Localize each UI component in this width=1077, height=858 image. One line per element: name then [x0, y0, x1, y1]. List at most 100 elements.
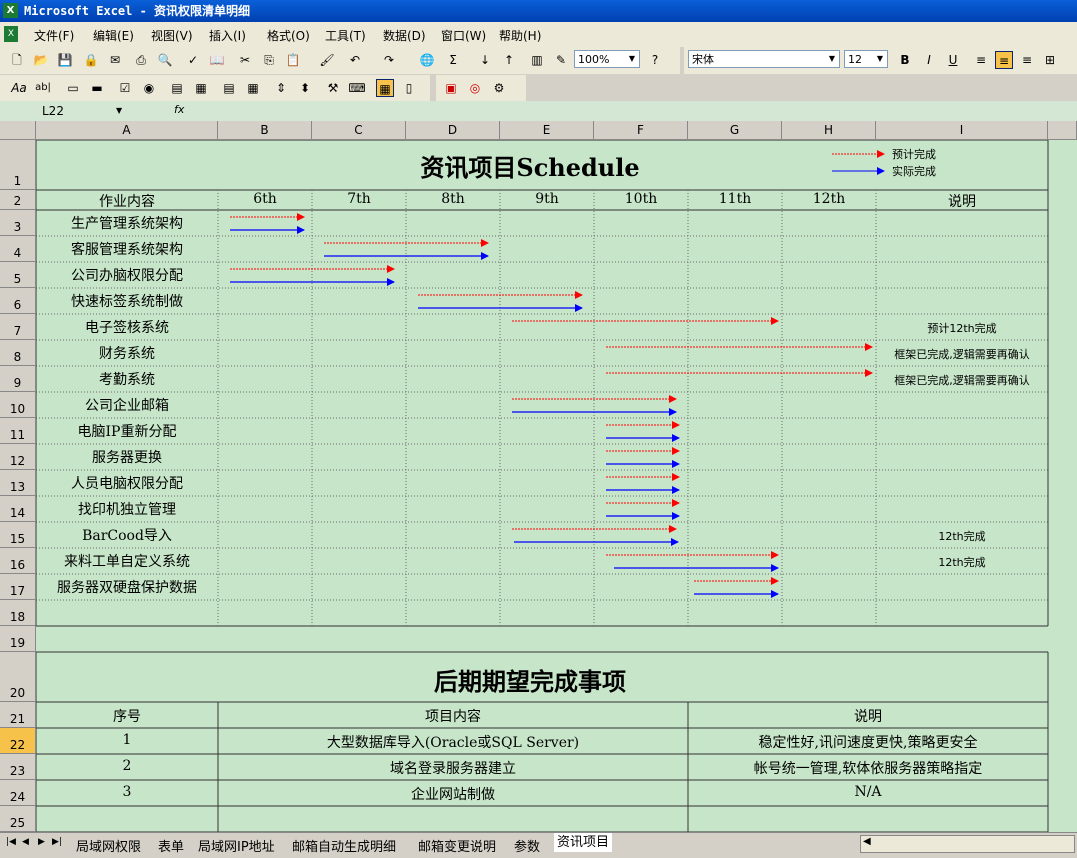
scroll-left-icon[interactable]: ◀ — [863, 836, 871, 847]
row-header[interactable]: 13 — [0, 470, 36, 496]
help-icon[interactable]: ? — [646, 51, 664, 69]
sheet-tab[interactable]: 邮箱自动生成明细 — [292, 836, 396, 855]
column-header[interactable]: F — [594, 121, 688, 140]
pdf-icon[interactable]: ▣ — [442, 79, 460, 97]
row-header[interactable]: 4 — [0, 236, 36, 262]
column-header[interactable]: D — [406, 121, 500, 140]
control-properties-icon[interactable]: ⚒ — [324, 79, 342, 97]
menu-help[interactable]: 帮助(H) — [499, 27, 541, 44]
align-center-icon[interactable]: ≡ — [995, 51, 1013, 69]
sort-descending-icon[interactable]: ↑ — [500, 51, 518, 69]
menu-window[interactable]: 窗口(W) — [441, 27, 486, 44]
row-header[interactable]: 21 — [0, 702, 36, 728]
hyperlink-icon[interactable]: 🌐 — [418, 51, 436, 69]
row-header[interactable]: 16 — [0, 548, 36, 574]
column-header[interactable]: A — [36, 121, 218, 140]
row-header[interactable]: 19 — [0, 626, 36, 652]
combo-list-icon[interactable]: ▤ — [220, 79, 238, 97]
paste-icon[interactable]: 📋 — [284, 51, 302, 69]
row-header[interactable]: 1 — [0, 140, 36, 190]
sheet-tab[interactable]: 资讯项目 — [554, 833, 613, 852]
format-painter-icon[interactable]: 🖌 — [318, 51, 336, 69]
row-header[interactable]: 10 — [0, 392, 36, 418]
edit-box-icon[interactable]: ab| — [34, 79, 52, 97]
sheet-tab[interactable]: 参数 — [514, 836, 540, 855]
align-right-icon[interactable]: ≡ — [1018, 51, 1036, 69]
zoom-select[interactable]: 100% ▼ — [574, 50, 640, 68]
underline-button[interactable]: U — [944, 51, 962, 69]
label-icon[interactable]: Aa — [10, 79, 28, 97]
row-header[interactable]: 22 — [0, 728, 36, 754]
row-header[interactable]: 14 — [0, 496, 36, 522]
sheet-tab[interactable]: 局域网权限 — [76, 836, 141, 855]
cut-icon[interactable]: ✂ — [236, 51, 254, 69]
font-size-select[interactable]: 12 ▼ — [844, 50, 888, 68]
checkbox-icon[interactable]: ☑ — [116, 79, 134, 97]
next-sheet-icon[interactable]: ▶ — [38, 837, 45, 847]
settings-gear-icon[interactable]: ⚙ — [490, 79, 508, 97]
menu-file[interactable]: 文件(F) — [34, 27, 74, 44]
option-button-icon[interactable]: ◉ — [140, 79, 158, 97]
prev-sheet-icon[interactable]: ◀ — [22, 837, 29, 847]
spinner-icon[interactable]: ⬍ — [296, 79, 314, 97]
scroll-bar-icon[interactable]: ⇕ — [272, 79, 290, 97]
menu-edit[interactable]: 编辑(E) — [93, 27, 134, 44]
last-sheet-icon[interactable]: ▶| — [52, 837, 62, 847]
combo-dropdown-icon[interactable]: ▦ — [244, 79, 262, 97]
horizontal-scrollbar[interactable]: ◀ — [860, 835, 1075, 853]
button-icon[interactable]: ▬ — [88, 79, 106, 97]
row-header[interactable]: 18 — [0, 600, 36, 626]
column-header[interactable]: B — [218, 121, 312, 140]
row-header[interactable]: 11 — [0, 418, 36, 444]
menu-tools[interactable]: 工具(T) — [325, 27, 366, 44]
autosum-icon[interactable]: Σ — [444, 51, 462, 69]
chevron-down-icon[interactable]: ▼ — [116, 102, 122, 120]
column-header[interactable]: E — [500, 121, 594, 140]
run-dialog-icon[interactable]: ▯ — [400, 79, 418, 97]
row-header[interactable]: 17 — [0, 574, 36, 600]
list-box-icon[interactable]: ▤ — [168, 79, 186, 97]
combo-box-icon[interactable]: ▦ — [192, 79, 210, 97]
row-header[interactable]: 2 — [0, 190, 36, 210]
spelling-icon[interactable]: ✓ — [184, 51, 202, 69]
row-header[interactable]: 12 — [0, 444, 36, 470]
menu-data[interactable]: 数据(D) — [383, 27, 426, 44]
font-select[interactable]: 宋体 ▼ — [688, 50, 840, 68]
row-header[interactable]: 3 — [0, 210, 36, 236]
row-header[interactable]: 25 — [0, 806, 36, 832]
sheet-tab[interactable]: 邮箱变更说明 — [418, 836, 496, 855]
bold-button[interactable]: B — [896, 51, 914, 69]
align-left-icon[interactable]: ≡ — [972, 51, 990, 69]
chart-wizard-icon[interactable]: ▥ — [528, 51, 546, 69]
merge-center-icon[interactable]: ⊞ — [1041, 51, 1059, 69]
column-header[interactable] — [1048, 121, 1077, 140]
first-sheet-icon[interactable]: |◀ — [6, 837, 16, 847]
row-header[interactable]: 15 — [0, 522, 36, 548]
row-header[interactable]: 20 — [0, 652, 36, 702]
row-header[interactable]: 7 — [0, 314, 36, 340]
open-icon[interactable]: 📂 — [32, 51, 50, 69]
function-icon[interactable]: fx — [174, 103, 184, 116]
column-header[interactable]: G — [688, 121, 782, 140]
save-icon[interactable]: 💾 — [56, 51, 74, 69]
column-header[interactable]: I — [876, 121, 1048, 140]
row-header[interactable]: 24 — [0, 780, 36, 806]
email-icon[interactable]: ✉ — [106, 51, 124, 69]
sheet-tab[interactable]: 表单 — [158, 836, 184, 855]
group-box-icon[interactable]: ▭ — [64, 79, 82, 97]
drawing-icon[interactable]: ✎ — [552, 51, 570, 69]
column-header[interactable]: H — [782, 121, 876, 140]
row-header[interactable]: 9 — [0, 366, 36, 392]
print-icon[interactable]: ⎙ — [132, 51, 150, 69]
italic-button[interactable]: I — [920, 51, 938, 69]
row-header[interactable]: 6 — [0, 288, 36, 314]
new-icon[interactable]: 🗋 — [8, 51, 26, 69]
edit-code-icon[interactable]: ⌨ — [348, 79, 366, 97]
undo-icon[interactable]: ↶ — [346, 51, 364, 69]
sheet-tab[interactable]: 局域网IP地址 — [198, 836, 275, 855]
worksheet-grid[interactable]: A B C D E F G H I 1 2 3 4 5 6 7 8 9 10 11 12 13 14 15 16 17 18 19 20… — [0, 121, 1077, 832]
row-header[interactable]: 8 — [0, 340, 36, 366]
sort-ascending-icon[interactable]: ↓ — [476, 51, 494, 69]
row-header[interactable]: 5 — [0, 262, 36, 288]
research-icon[interactable]: 📖 — [208, 51, 226, 69]
